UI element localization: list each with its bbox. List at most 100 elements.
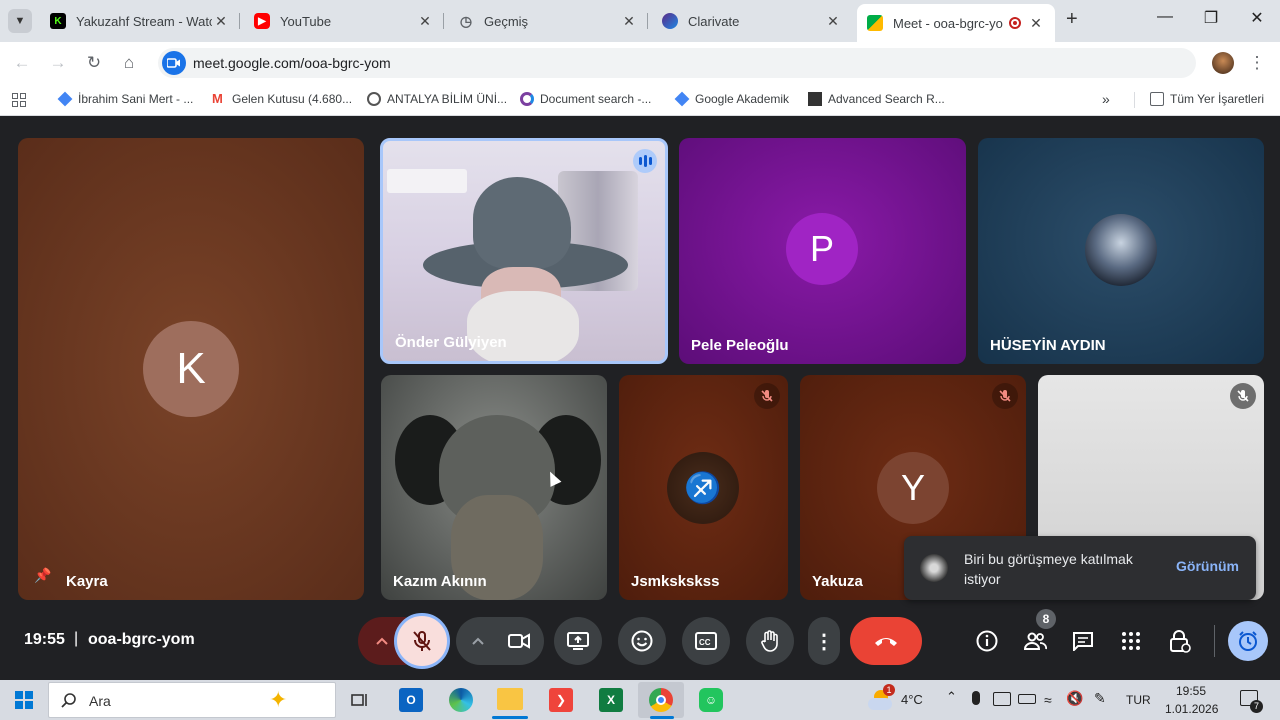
battery-icon[interactable] xyxy=(1018,694,1036,704)
bookmark-item[interactable]: Document search -... xyxy=(520,92,651,106)
close-tab-icon[interactable]: ✕ xyxy=(212,13,230,30)
bookmark-item[interactable]: İbrahim Sani Mert - ... xyxy=(57,91,193,107)
meet-site-icon[interactable] xyxy=(162,51,186,75)
people-icon xyxy=(1023,632,1047,650)
captions-icon: CC xyxy=(695,632,717,650)
emoji-reaction-button[interactable] xyxy=(618,617,666,665)
participant-tile-onder[interactable]: Önder Gülyiyen xyxy=(380,138,668,364)
edge-icon[interactable] xyxy=(449,688,473,712)
apps-grid-icon[interactable] xyxy=(12,93,26,107)
restore-button[interactable]: ❐ xyxy=(1196,8,1226,28)
participant-tile-huseyin[interactable]: HÜSEYİN AYDIN xyxy=(978,138,1264,364)
close-tab-icon[interactable]: ✕ xyxy=(620,13,638,30)
timer-button[interactable] xyxy=(1228,621,1268,661)
close-tab-icon[interactable]: ✕ xyxy=(416,13,434,30)
participant-name: Yakuza xyxy=(812,573,863,590)
captions-button[interactable]: CC xyxy=(682,617,730,665)
copilot-sparkle-icon: ✦ xyxy=(269,687,288,712)
view-request-button[interactable]: Görünüm xyxy=(1176,558,1239,574)
volume-muted-icon[interactable]: 🔇 xyxy=(1066,690,1083,707)
svg-text:CC: CC xyxy=(699,638,711,647)
mic-off-icon xyxy=(754,383,780,409)
end-call-icon xyxy=(875,638,897,646)
present-screen-button[interactable] xyxy=(554,617,602,665)
tab-meet[interactable]: Meet - ooa-bgrc-yom ✕ xyxy=(857,4,1055,42)
bookmark-item[interactable]: M Gelen Kutusu (4.680... xyxy=(212,92,353,107)
forward-button[interactable]: → xyxy=(47,52,69,74)
mic-toggle-button[interactable] xyxy=(394,613,450,669)
menu-icon[interactable]: ⋮ xyxy=(1246,52,1268,74)
participant-name: Jsmkskskss xyxy=(631,573,720,590)
all-bookmarks-folder[interactable]: Tüm Yer İşaretleri xyxy=(1150,92,1264,106)
chrome-icon[interactable] xyxy=(649,688,673,712)
meeting-time: 19:55 xyxy=(24,631,65,648)
activities-button[interactable] xyxy=(1111,621,1151,661)
clock-date[interactable]: 1.01.2026 xyxy=(1165,702,1218,716)
back-button[interactable]: ← xyxy=(11,52,33,74)
home-button[interactable]: ⌂ xyxy=(118,52,140,74)
profile-avatar[interactable] xyxy=(1212,52,1234,74)
file-explorer-icon[interactable] xyxy=(497,688,523,710)
bookmark-label: Tüm Yer İşaretleri xyxy=(1170,92,1265,106)
chat-button[interactable] xyxy=(1063,621,1103,661)
bookmark-item[interactable]: Advanced Search R... xyxy=(808,92,945,106)
url-text: meet.google.com/ooa-bgrc-yom xyxy=(193,55,391,71)
participant-name: Önder Gülyiyen xyxy=(395,334,507,351)
bookmark-item[interactable]: ANTALYA BİLİM ÜNİ... xyxy=(367,92,507,106)
minimize-button[interactable]: — xyxy=(1150,8,1180,26)
meeting-details-button[interactable] xyxy=(967,621,1007,661)
more-options-button[interactable]: ⋮ xyxy=(808,617,840,665)
tab-search-button[interactable]: ▼ xyxy=(8,9,32,33)
mic-tray-icon[interactable] xyxy=(972,691,980,705)
discord-like-app-icon[interactable]: ☺ xyxy=(699,688,723,712)
leave-call-button[interactable] xyxy=(850,617,922,665)
meet-tray-icon[interactable] xyxy=(993,692,1011,706)
new-tab-button[interactable]: + xyxy=(1066,8,1078,31)
more-bookmarks-icon[interactable]: » xyxy=(1102,91,1110,107)
lock-person-icon xyxy=(1170,630,1191,653)
task-view-icon[interactable] xyxy=(348,688,372,712)
windows-start-button[interactable] xyxy=(12,688,36,712)
close-window-button[interactable]: ✕ xyxy=(1242,8,1272,28)
participant-tile-pele[interactable]: P Pele Peleoğlu xyxy=(679,138,966,364)
participant-tile-kazim[interactable]: Kazım Akının xyxy=(381,375,607,600)
notification-count-badge: 7 xyxy=(1250,700,1263,713)
search-icon xyxy=(61,693,76,708)
avatar: P xyxy=(786,213,858,285)
participant-tile-kayra[interactable]: K 📌 Kayra xyxy=(18,138,364,600)
bookmark-label: Google Akademik xyxy=(695,92,790,106)
camera-options-button[interactable] xyxy=(456,617,544,665)
taskbar-search-box[interactable]: Ara ✦ xyxy=(48,682,336,718)
participant-name: HÜSEYİN AYDIN xyxy=(990,337,1106,354)
close-tab-icon[interactable]: ✕ xyxy=(824,13,842,30)
pin-icon[interactable]: 📌 xyxy=(34,567,51,584)
bookmark-label: Gelen Kutusu (4.680... xyxy=(232,92,353,106)
bookmarks-bar: İbrahim Sani Mert - ... M Gelen Kutusu (4… xyxy=(0,84,1280,116)
close-tab-icon[interactable]: ✕ xyxy=(1027,15,1045,32)
input-language[interactable]: TUR xyxy=(1126,693,1151,707)
outlook-icon[interactable]: O xyxy=(399,688,423,712)
tab-title: Clarivate xyxy=(688,13,740,29)
bookmark-label: Document search -... xyxy=(540,92,652,106)
anydesk-icon[interactable]: ❯ xyxy=(549,688,573,712)
tab-youtube[interactable]: ▶ YouTube ✕ xyxy=(244,4,444,38)
raise-hand-button[interactable] xyxy=(746,617,794,665)
excel-icon[interactable]: X xyxy=(599,688,623,712)
tab-clarivate[interactable]: Clarivate ✕ xyxy=(652,4,852,38)
university-icon xyxy=(367,92,381,106)
host-controls-button[interactable] xyxy=(1160,621,1200,661)
tab-history[interactable]: ◷ Geçmiş ✕ xyxy=(448,4,648,38)
scholar-icon xyxy=(674,91,690,107)
participant-tile-jsm[interactable]: ♐ Jsmkskskss xyxy=(619,375,788,600)
requester-avatar xyxy=(920,554,948,582)
tray-chevron-icon[interactable]: ⌃ xyxy=(946,689,957,705)
bookmark-item[interactable]: Google Akademik xyxy=(674,91,790,107)
reload-button[interactable]: ↻ xyxy=(83,52,105,74)
clock-time[interactable]: 19:55 xyxy=(1176,684,1206,698)
pen-icon[interactable]: ✎ xyxy=(1094,690,1106,707)
meet-icon xyxy=(867,15,883,31)
tab-kick[interactable]: K Yakuzahf Stream - Watch ✕ xyxy=(40,4,240,38)
wifi-icon[interactable]: ≈ xyxy=(1044,692,1052,708)
address-bar[interactable]: meet.google.com/ooa-bgrc-yom xyxy=(158,48,1196,78)
tab-title: Geçmiş xyxy=(484,13,529,29)
